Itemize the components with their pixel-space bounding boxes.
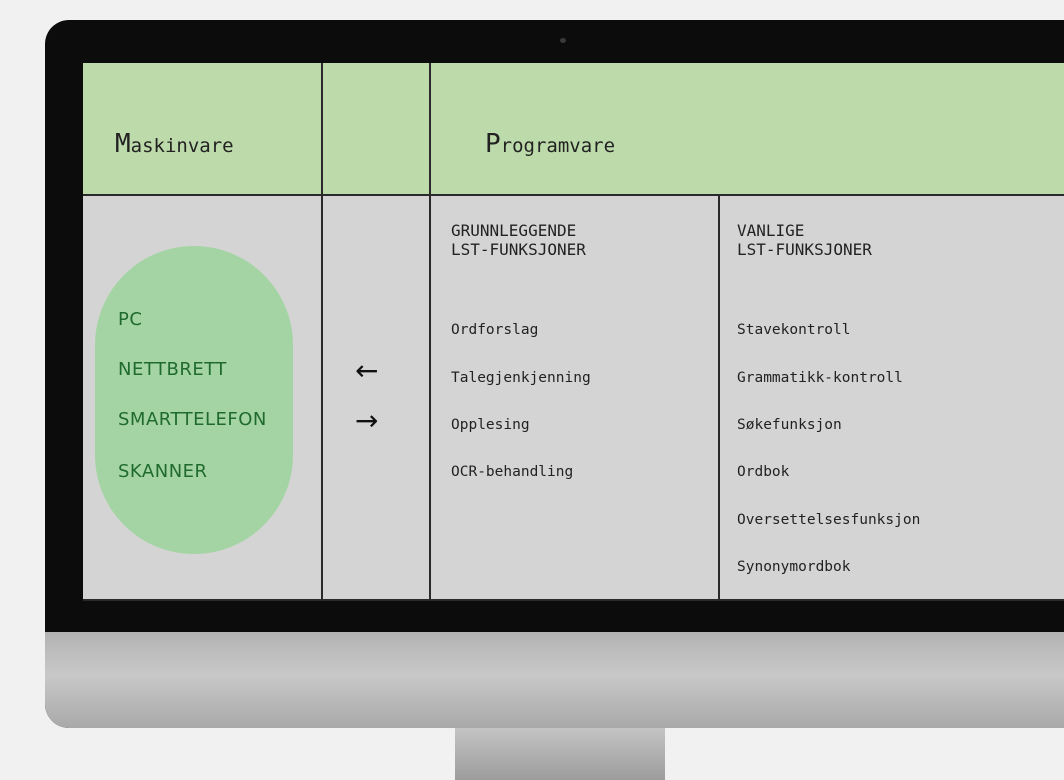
- hardware-item: SMARTTELEFON: [118, 409, 267, 430]
- monitor-stand: [455, 728, 665, 780]
- divider-arrows: [429, 63, 431, 601]
- camera-dot: [560, 38, 566, 43]
- hardware-header: Maskinvare: [115, 129, 234, 159]
- common-functions-heading: VANLIGE LST-FUNKSJONER: [737, 221, 872, 259]
- hardware-item: NETTBRETT: [118, 359, 227, 380]
- header-divider: [83, 194, 1064, 196]
- hardware-bubble: [95, 246, 293, 554]
- common-function-item: Søkefunksjon: [737, 417, 842, 433]
- arrow-right-icon: →: [355, 404, 379, 437]
- arrow-left-icon: ←: [355, 354, 379, 387]
- table-bottom-border: [83, 599, 1064, 601]
- common-function-item: Synonymordbok: [737, 559, 851, 575]
- common-function-item: Stavekontroll: [737, 322, 851, 338]
- common-function-item: Ordbok: [737, 464, 790, 480]
- hardware-item: SKANNER: [118, 461, 208, 482]
- divider-hardware: [321, 63, 323, 601]
- common-function-item: Grammatikk-kontroll: [737, 370, 903, 386]
- basic-function-item: Talegjenkjenning: [451, 370, 591, 386]
- screen-table: Maskinvare Programvare PC NETTBRETT SMAR…: [83, 63, 1064, 601]
- monitor-chin: [45, 632, 1064, 728]
- hardware-item: PC: [118, 309, 143, 330]
- software-header: Programvare: [485, 129, 616, 159]
- common-function-item: Oversettelsesfunksjon: [737, 512, 921, 528]
- basic-function-item: OCR-behandling: [451, 464, 574, 480]
- basic-functions-heading: GRUNNLEGGENDE LST-FUNKSJONER: [451, 221, 586, 259]
- monitor: Maskinvare Programvare PC NETTBRETT SMAR…: [45, 20, 1064, 728]
- basic-function-item: Opplesing: [451, 417, 530, 433]
- basic-function-item: Ordforslag: [451, 322, 539, 338]
- divider-software-columns: [718, 195, 720, 601]
